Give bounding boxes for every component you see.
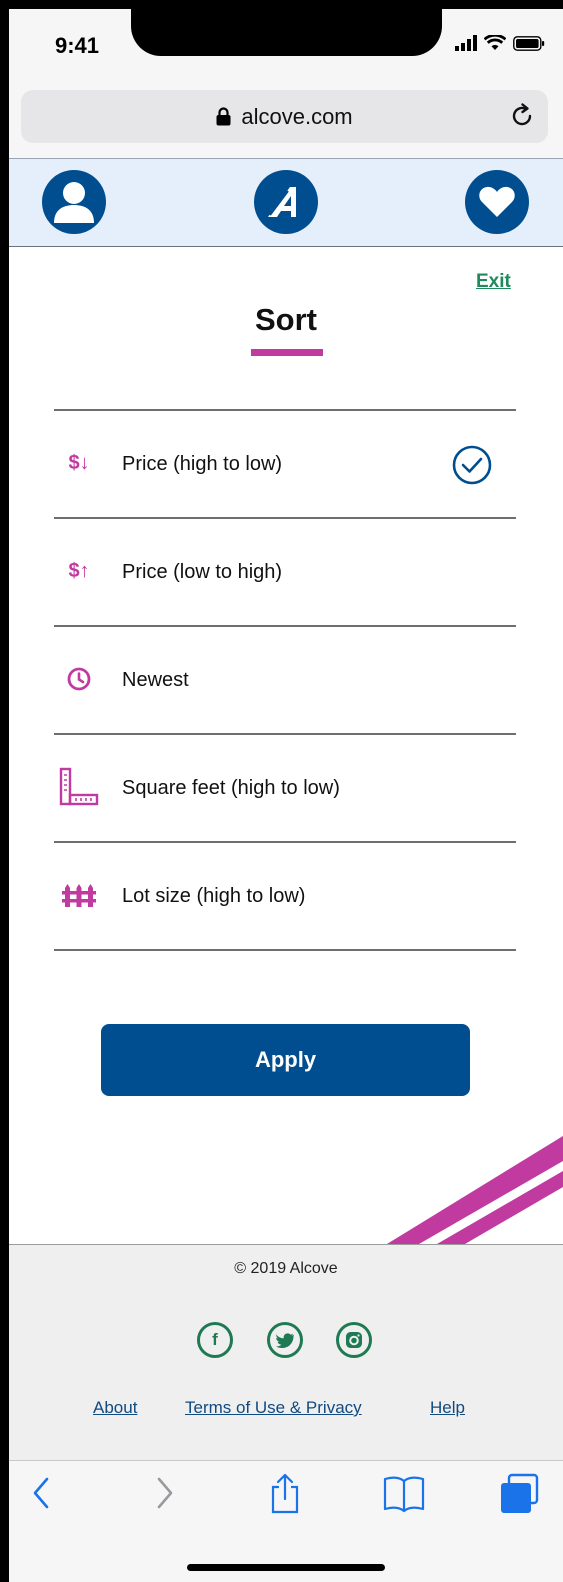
wifi-icon [484,35,506,50]
back-icon[interactable] [31,1473,53,1513]
sort-option-label: Price (low to high) [122,561,283,583]
user-profile-button[interactable] [42,170,106,234]
heart-icon [479,186,515,217]
home-indicator [187,1564,385,1571]
status-time: 9:41 [55,33,100,58]
url-bar[interactable]: alcove.com [21,90,548,143]
terms-privacy-link[interactable]: Terms of Use & Privacy [185,1398,362,1418]
favorites-button[interactable] [465,170,529,234]
sort-option-label: Price (high to low) [122,453,283,475]
checkmark-circle-icon [452,445,492,485]
sort-option-price-low-high[interactable]: $↑ Price (low to high) [54,519,516,627]
user-icon [54,182,94,223]
device-notch [131,9,442,56]
instagram-icon[interactable] [336,1322,372,1358]
sort-option-lot-size[interactable]: Lot size (high to low) [54,843,516,951]
clock-icon [54,657,104,701]
decorative-stripes [387,1136,563,1244]
browser-toolbar [9,1460,563,1582]
about-link[interactable]: About [93,1398,137,1418]
sort-option-price-high-low[interactable]: $↓ Price (high to low) [54,411,516,519]
phone-frame: 9:41 alcove.com Exit Sort $↓ Price (high… [0,0,563,1582]
app-header [9,158,563,247]
help-link[interactable]: Help [430,1398,465,1418]
sort-option-square-feet[interactable]: Square feet (high to low) [54,735,516,843]
fence-icon [54,873,104,917]
site-footer: © 2019 Alcove f About Terms of Use & Pri… [9,1244,563,1460]
url-text: alcove.com [241,104,353,129]
facebook-icon[interactable]: f [197,1322,233,1358]
price-ascending-icon: $↑ [68,559,90,582]
status-bar: 9:41 [9,9,563,81]
title-underline [251,349,323,356]
browser-address-area: alcove.com [9,81,563,158]
share-icon[interactable] [267,1473,303,1515]
page-title: Sort [255,302,317,337]
ruler-icon [54,765,104,809]
battery-icon [513,35,545,51]
twitter-icon[interactable] [267,1322,303,1358]
forward-icon[interactable] [153,1473,175,1513]
copyright-text: © 2019 Alcove [234,1260,338,1277]
alcove-logo-icon [268,187,296,217]
reload-icon[interactable] [508,102,536,130]
sort-options-list: $↓ Price (high to low) $↑ Price (low to … [54,409,516,951]
exit-link[interactable]: Exit [476,271,511,293]
sort-option-newest[interactable]: Newest [54,627,516,735]
home-logo-button[interactable] [254,170,318,234]
status-icons [455,35,545,51]
lock-icon [216,107,231,126]
sort-option-label: Lot size (high to low) [122,885,306,907]
price-descending-icon: $↓ [68,451,90,474]
sort-option-label: Newest [122,669,189,691]
apply-button[interactable]: Apply [101,1024,470,1096]
bookmarks-icon[interactable] [383,1473,425,1513]
tabs-icon[interactable] [499,1473,541,1515]
sort-option-label: Square feet (high to low) [122,777,340,799]
cellular-signal-icon [455,35,477,51]
